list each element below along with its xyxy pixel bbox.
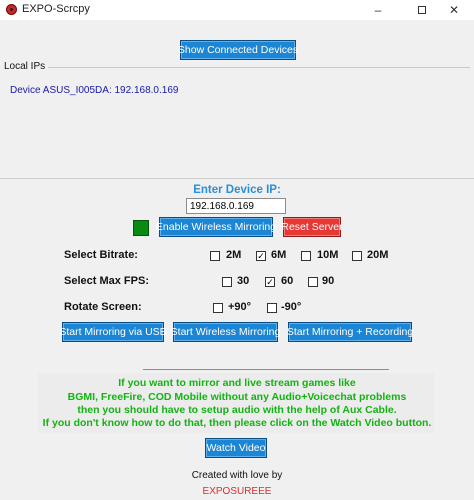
window-title: EXPO-Scrcpy (22, 3, 90, 15)
bitrate-10m-label: 10M (317, 249, 339, 261)
minimize-button[interactable]: – (358, 0, 398, 20)
show-connected-devices-button[interactable]: Show Connected Devices (178, 40, 298, 60)
bitrate-10m-checkbox[interactable] (301, 251, 311, 261)
local-ips-label: Local IPs (4, 61, 49, 72)
rotate-label: Rotate Screen: (64, 301, 142, 313)
bitrate-20m-checkbox[interactable] (352, 251, 362, 261)
start-usb-mirroring-button[interactable]: Start Mirroring via USB (59, 322, 167, 342)
info-line-2: BGMI, FreeFire, COD Mobile without any A… (67, 391, 407, 403)
close-button[interactable]: ✕ (434, 0, 474, 20)
fps-90-label: 90 (322, 275, 335, 287)
author-name: EXPOSUREEE (202, 486, 272, 497)
enter-ip-label: Enter Device IP: (193, 184, 281, 196)
fps-30-label: 30 (237, 275, 250, 287)
device-ip-input[interactable] (186, 198, 286, 214)
rotate-minus90-checkbox[interactable] (267, 303, 277, 313)
start-wireless-mirroring-button[interactable]: Start Wireless Mirroring (171, 322, 280, 342)
start-mirroring-recording-button[interactable]: Start Mirroring + Recording (287, 322, 413, 342)
fps-30-checkbox[interactable] (222, 277, 232, 287)
local-ips-frame (4, 67, 470, 68)
reset-server-button[interactable]: Reset Server (281, 217, 343, 237)
rotate-minus90-label: -90° (281, 301, 302, 313)
enable-wireless-mirroring-button[interactable]: Enable Wireless Mirroring (156, 217, 276, 237)
bitrate-2m-label: 2M (226, 249, 242, 261)
fps-90-checkbox[interactable] (308, 277, 318, 287)
bitrate-6m-checkbox[interactable]: ✓ (256, 251, 266, 261)
info-divider (143, 369, 389, 370)
maximize-icon (418, 6, 426, 14)
bitrate-20m-label: 20M (367, 249, 389, 261)
rotate-plus90-checkbox[interactable] (213, 303, 223, 313)
section-divider (0, 178, 474, 179)
info-line-1: If you want to mirror and live stream ga… (118, 377, 356, 389)
fps-label: Select Max FPS: (64, 275, 149, 287)
connection-status-indicator (133, 220, 149, 236)
info-line-4: If you don't know how to do that, then p… (42, 417, 432, 429)
fps-60-checkbox[interactable]: ✓ (265, 277, 275, 287)
fps-60-label: 60 (281, 275, 294, 287)
watch-video-button[interactable]: Watch Video (205, 438, 267, 458)
title-bar[interactable]: EXPO-Scrcpy – ✕ (0, 0, 474, 20)
rotate-plus90-label: +90° (228, 301, 252, 313)
info-line-3: then you should have to setup audio with… (77, 404, 397, 416)
credits-text: Created with love by (191, 470, 283, 481)
bitrate-6m-label: 6M (271, 249, 287, 261)
device-ip-entry: Device ASUS_I005DA: 192.168.0.169 (10, 85, 179, 96)
bitrate-label: Select Bitrate: (64, 249, 138, 261)
app-icon (6, 4, 17, 15)
bitrate-2m-checkbox[interactable] (210, 251, 220, 261)
